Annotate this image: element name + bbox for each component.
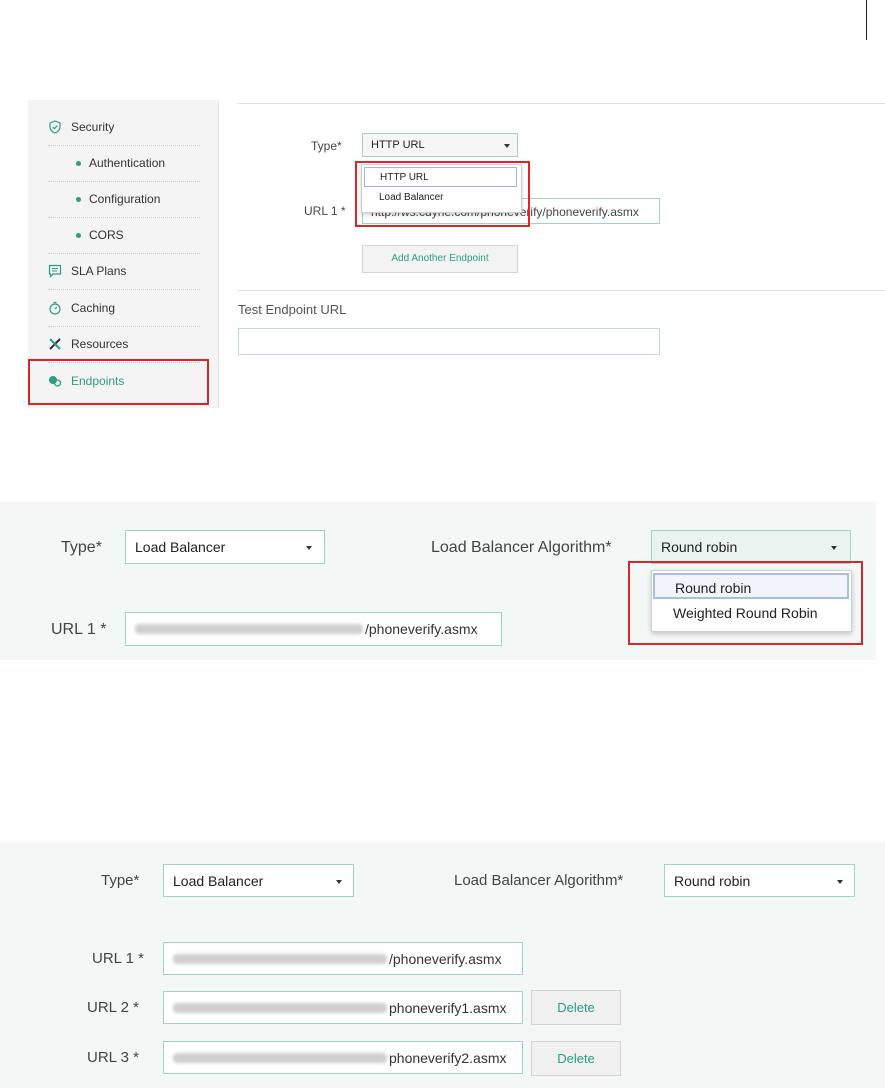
sidebar-item-label: Authentication (89, 156, 166, 170)
sidebar-item-security[interactable]: Security (48, 109, 200, 146)
url1-suffix: /phoneverify.asmx (389, 951, 502, 967)
message-icon (48, 264, 62, 278)
sidebar-item-configuration[interactable]: Configuration (48, 181, 200, 218)
sidebar-item-label: Caching (71, 301, 116, 315)
type-select[interactable]: Load Balancer (163, 864, 354, 897)
delete-url3-button[interactable]: Delete (531, 1041, 621, 1076)
type-select[interactable]: HTTP URL (362, 133, 518, 157)
chevron-down-icon (831, 546, 837, 550)
url1-label: URL 1 * (304, 204, 346, 218)
algorithm-select-value: Round robin (674, 872, 751, 889)
type-select[interactable]: Load Balancer (125, 530, 325, 564)
shield-check-icon (48, 120, 62, 134)
highlight-box-algorithm-dropdown (628, 561, 863, 645)
tools-icon (48, 337, 62, 351)
algorithm-label: Load Balancer Algorithm* (454, 872, 624, 889)
chevron-down-icon (306, 546, 312, 550)
url2-input[interactable]: phoneverify1.asmx (163, 991, 523, 1024)
sidebar-item-authentication[interactable]: Authentication (48, 145, 200, 182)
highlight-box-type-dropdown (355, 161, 530, 227)
algorithm-select[interactable]: Round robin (651, 530, 851, 564)
url3-suffix: phoneverify2.asmx (389, 1050, 507, 1066)
url2-suffix: phoneverify1.asmx (389, 1000, 507, 1016)
delete-url2-button[interactable]: Delete (531, 990, 621, 1025)
url1-input[interactable]: /phoneverify.asmx (125, 612, 502, 646)
bullet-icon (76, 232, 81, 238)
url1-label: URL 1 * (51, 621, 107, 638)
divider (237, 103, 885, 104)
url2-label: URL 2 * (87, 999, 139, 1016)
test-endpoint-input[interactable] (238, 328, 660, 355)
type-select-value: Load Balancer (135, 539, 226, 555)
sidebar-item-label: SLA Plans (71, 264, 127, 278)
chevron-down-icon (336, 880, 342, 884)
chevron-down-icon (837, 880, 843, 884)
divider (237, 290, 885, 291)
algorithm-select-value: Round robin (661, 539, 738, 555)
sidebar-item-cors[interactable]: CORS (48, 217, 200, 254)
sidebar-item-sla-plans[interactable]: SLA Plans (48, 253, 200, 290)
algorithm-label: Load Balancer Algorithm* (431, 539, 612, 556)
bullet-icon (76, 196, 81, 202)
add-endpoint-button[interactable]: Add Another Endpoint (362, 245, 518, 273)
highlight-box-endpoints (28, 359, 209, 405)
sidebar-item-label: Security (71, 120, 115, 134)
test-endpoint-label: Test Endpoint URL (238, 302, 347, 317)
blurred-url-host (173, 1053, 387, 1063)
type-select-value: Load Balancer (173, 872, 264, 889)
stopwatch-icon (48, 301, 62, 315)
sidebar-item-label: CORS (89, 228, 124, 242)
blurred-url-host (173, 1003, 387, 1013)
url3-label: URL 3 * (87, 1049, 139, 1066)
url1-label: URL 1 * (92, 950, 144, 967)
type-label: Type* (101, 872, 140, 889)
blurred-url-host (173, 954, 387, 964)
sidebar-item-caching[interactable]: Caching (48, 290, 200, 327)
blurred-url-host (135, 624, 363, 634)
type-select-value: HTTP URL (371, 139, 425, 151)
algorithm-select[interactable]: Round robin (664, 864, 855, 897)
type-label: Type* (311, 139, 342, 153)
top-divider (866, 0, 867, 40)
sidebar-item-resources[interactable]: Resources (48, 326, 200, 363)
url3-input[interactable]: phoneverify2.asmx (163, 1041, 523, 1074)
bullet-icon (76, 160, 81, 166)
sidebar-item-label: Resources (71, 337, 129, 351)
url1-suffix: /phoneverify.asmx (365, 621, 478, 637)
url1-input[interactable]: /phoneverify.asmx (163, 942, 523, 975)
type-label: Type* (61, 539, 102, 556)
sidebar-item-label: Configuration (89, 192, 161, 206)
chevron-down-icon (504, 144, 510, 148)
